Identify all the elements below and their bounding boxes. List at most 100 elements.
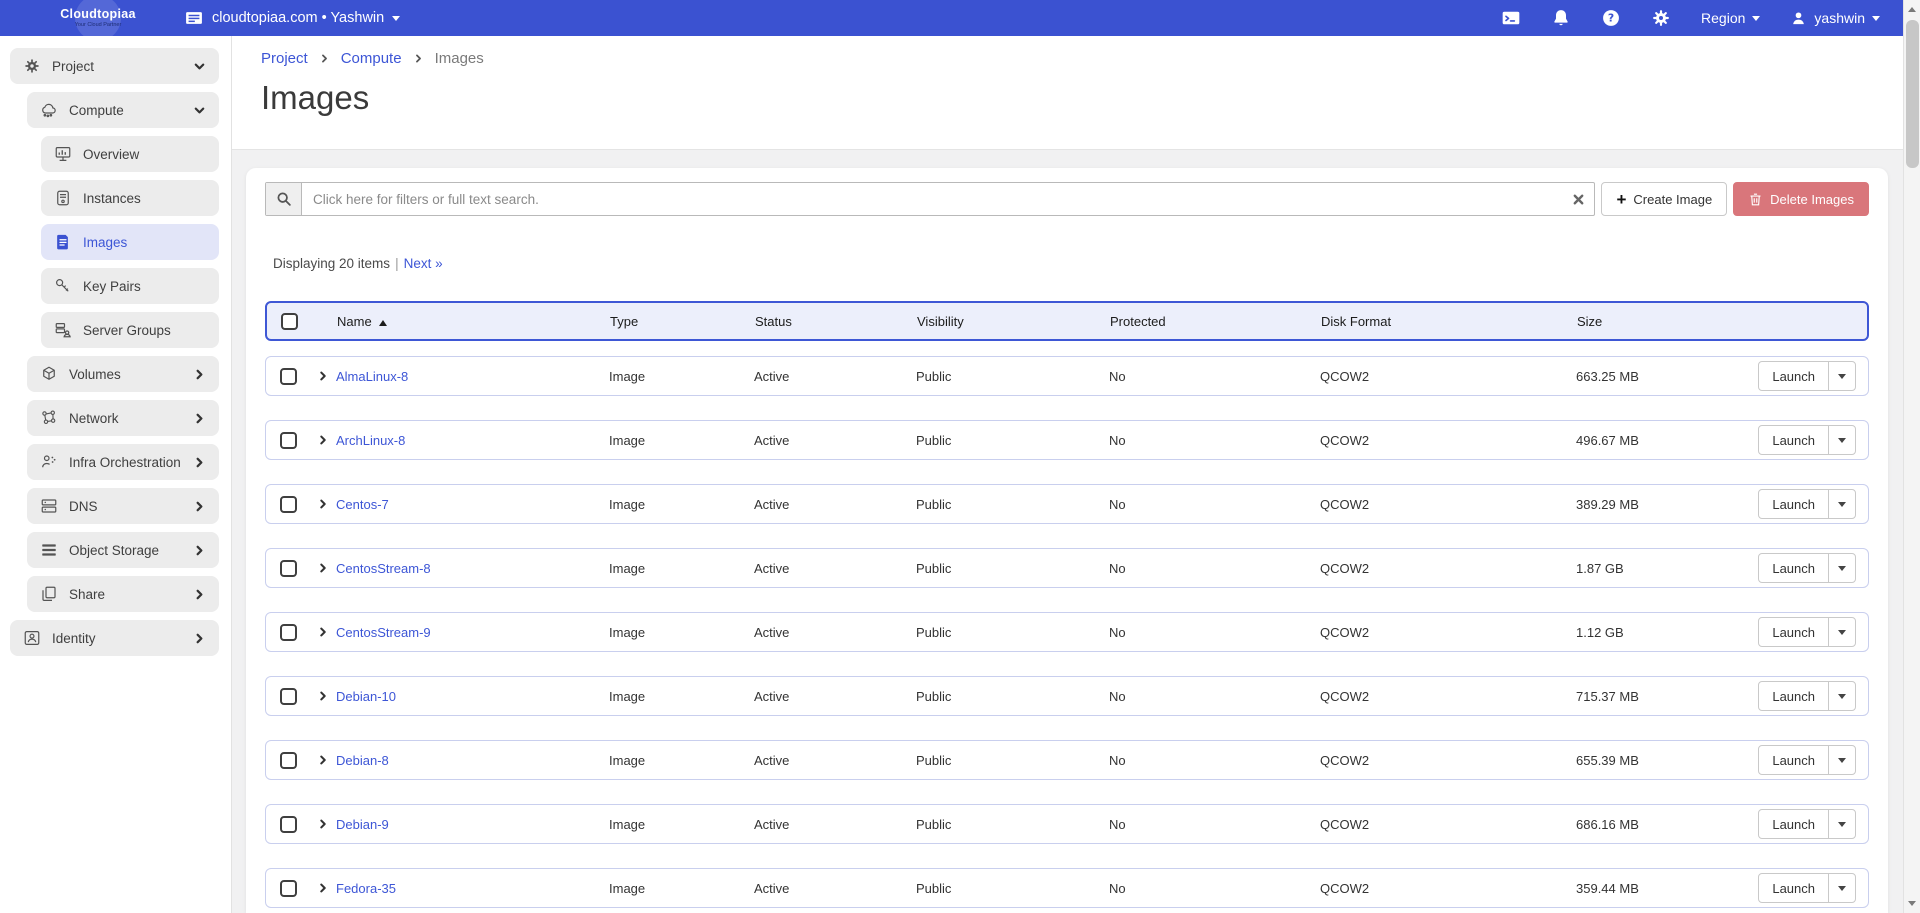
cell-type: Image (609, 433, 754, 448)
launch-dropdown-toggle[interactable] (1829, 810, 1855, 838)
sidebar-item-images[interactable]: Images (41, 224, 219, 260)
user-menu[interactable]: yashwin (1790, 10, 1880, 27)
sidebar-item-project[interactable]: Project (10, 48, 219, 84)
launch-dropdown-toggle[interactable] (1829, 426, 1855, 454)
image-name-link[interactable]: ArchLinux-8 (336, 433, 405, 448)
launch-button[interactable]: Launch (1759, 490, 1829, 518)
expand-row-button[interactable] (310, 754, 336, 766)
expand-row-button[interactable] (310, 370, 336, 382)
monitor-icon (54, 145, 72, 163)
search-bar (265, 182, 1595, 216)
select-all-checkbox[interactable] (267, 313, 311, 330)
expand-row-button[interactable] (310, 690, 336, 702)
column-header-name[interactable]: Name (337, 314, 610, 329)
sidebar-item-instances[interactable]: Instances (41, 180, 219, 216)
delete-images-button[interactable]: Delete Images (1733, 182, 1869, 216)
sidebar-item-server-groups[interactable]: Server Groups (41, 312, 219, 348)
row-checkbox[interactable] (266, 432, 310, 449)
row-checkbox[interactable] (266, 496, 310, 513)
bell-icon[interactable] (1551, 8, 1571, 28)
launch-split-button: Launch (1758, 681, 1856, 711)
image-name-link[interactable]: AlmaLinux-8 (336, 369, 408, 384)
launch-button[interactable]: Launch (1759, 746, 1829, 774)
image-name-link[interactable]: Centos-7 (336, 497, 389, 512)
sidebar-item-identity[interactable]: Identity (10, 620, 219, 656)
cell-disk-format: QCOW2 (1320, 753, 1576, 768)
row-checkbox[interactable] (266, 752, 310, 769)
breadcrumb-project[interactable]: Project (261, 50, 308, 67)
launch-button[interactable]: Launch (1759, 362, 1829, 390)
expand-row-button[interactable] (310, 498, 336, 510)
content-area: + Create Image Delete Images Displaying … (232, 150, 1903, 913)
image-name-link[interactable]: Debian-9 (336, 817, 389, 832)
scroll-up-arrow-icon[interactable] (1904, 1, 1920, 18)
expand-row-button[interactable] (310, 434, 336, 446)
launch-dropdown-toggle[interactable] (1829, 682, 1855, 710)
search-icon[interactable] (266, 183, 302, 215)
chevron-right-icon (193, 588, 206, 601)
row-checkbox[interactable] (266, 368, 310, 385)
image-name-link[interactable]: Fedora-35 (336, 881, 396, 896)
sidebar-item-object-storage[interactable]: Object Storage (27, 532, 219, 568)
column-header-protected[interactable]: Protected (1110, 314, 1321, 329)
gear-icon[interactable] (1651, 8, 1671, 28)
sidebar: Project Compute Overview Instances Images Key… (0, 36, 232, 913)
launch-dropdown-toggle[interactable] (1829, 746, 1855, 774)
row-checkbox[interactable] (266, 880, 310, 897)
sidebar-item-network[interactable]: Network (27, 400, 219, 436)
launch-button[interactable]: Launch (1759, 426, 1829, 454)
row-checkbox[interactable] (266, 688, 310, 705)
column-header-status[interactable]: Status (755, 314, 917, 329)
cell-status: Active (754, 561, 916, 576)
column-header-size[interactable]: Size (1577, 314, 1735, 329)
sidebar-item-dns[interactable]: DNS (27, 488, 219, 524)
sidebar-item-infra-orchestration[interactable]: Infra Orchestration (27, 444, 219, 480)
help-icon[interactable]: ? (1601, 8, 1621, 28)
column-header-disk-format[interactable]: Disk Format (1321, 314, 1577, 329)
sidebar-item-overview[interactable]: Overview (41, 136, 219, 172)
clear-search-icon[interactable] (1572, 193, 1585, 206)
launch-dropdown-toggle[interactable] (1829, 554, 1855, 582)
scroll-down-arrow-icon[interactable] (1904, 895, 1920, 912)
expand-row-button[interactable] (310, 818, 336, 830)
launch-button[interactable]: Launch (1759, 810, 1829, 838)
sidebar-item-volumes[interactable]: Volumes (27, 356, 219, 392)
create-image-button[interactable]: + Create Image (1601, 182, 1727, 216)
expand-row-button[interactable] (310, 626, 336, 638)
column-header-type[interactable]: Type (610, 314, 755, 329)
launch-dropdown-toggle[interactable] (1829, 490, 1855, 518)
region-dropdown[interactable]: Region (1701, 10, 1760, 26)
row-checkbox[interactable] (266, 816, 310, 833)
domain-project-switcher[interactable]: cloudtopiaa.com • Yashwin (184, 8, 400, 28)
breadcrumb-compute[interactable]: Compute (341, 50, 402, 67)
launch-dropdown-toggle[interactable] (1829, 618, 1855, 646)
cell-type: Image (609, 497, 754, 512)
sidebar-item-compute[interactable]: Compute (27, 92, 219, 128)
image-name-link[interactable]: Debian-10 (336, 689, 396, 704)
cell-visibility: Public (916, 689, 1109, 704)
launch-split-button: Launch (1758, 873, 1856, 903)
launch-button[interactable]: Launch (1759, 682, 1829, 710)
next-page-link[interactable]: Next » (404, 256, 443, 271)
row-checkbox[interactable] (266, 560, 310, 577)
sidebar-item-key-pairs[interactable]: Key Pairs (41, 268, 219, 304)
expand-row-button[interactable] (310, 562, 336, 574)
terminal-icon[interactable] (1501, 8, 1521, 28)
image-name-link[interactable]: CentosStream-9 (336, 625, 431, 640)
row-checkbox[interactable] (266, 624, 310, 641)
image-name-link[interactable]: CentosStream-8 (336, 561, 431, 576)
launch-button[interactable]: Launch (1759, 618, 1829, 646)
scrollbar-thumb[interactable] (1906, 20, 1919, 168)
search-input[interactable] (302, 183, 1594, 215)
table-row: AlmaLinux-8ImageActivePublicNoQCOW2663.2… (265, 356, 1869, 396)
scrollbar[interactable] (1903, 0, 1920, 913)
expand-row-button[interactable] (310, 882, 336, 894)
sidebar-item-share[interactable]: Share (27, 576, 219, 612)
launch-button[interactable]: Launch (1759, 874, 1829, 902)
launch-button[interactable]: Launch (1759, 554, 1829, 582)
image-name-link[interactable]: Debian-8 (336, 753, 389, 768)
column-header-visibility[interactable]: Visibility (917, 314, 1110, 329)
launch-dropdown-toggle[interactable] (1829, 362, 1855, 390)
cell-disk-format: QCOW2 (1320, 689, 1576, 704)
launch-dropdown-toggle[interactable] (1829, 874, 1855, 902)
